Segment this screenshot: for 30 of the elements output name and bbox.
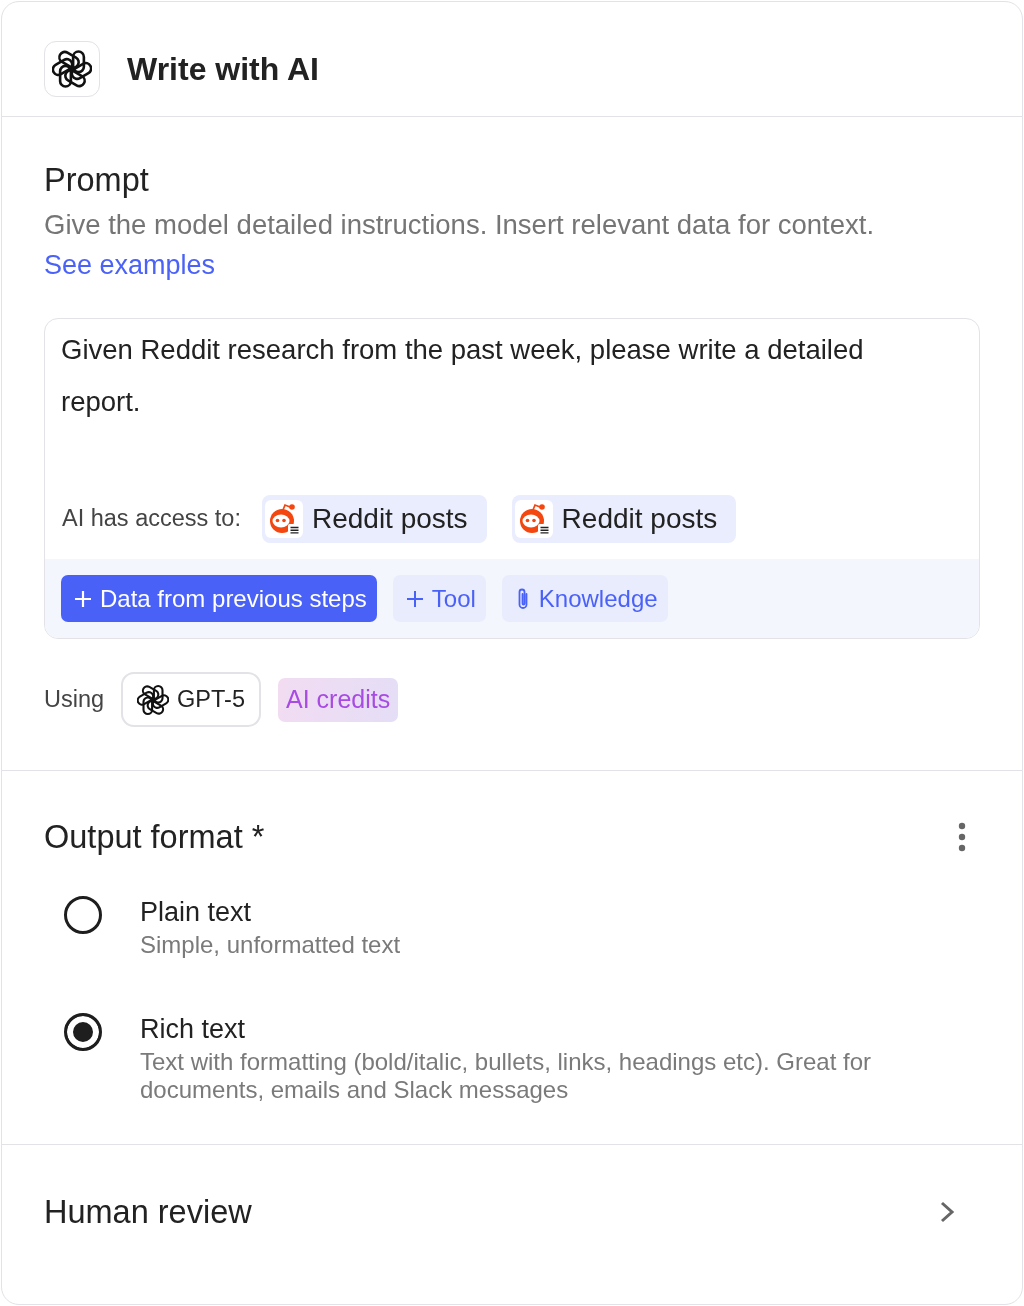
radio-button[interactable] [64,1013,102,1051]
plus-icon [406,590,423,607]
kebab-menu-icon[interactable] [957,822,967,852]
section-description: Give the model detailed instructions. Insert relevant data for context. [44,208,876,242]
section-title: Prompt [44,162,150,198]
knot-logo-icon [137,683,170,716]
insert-button[interactable]: Knowledge [501,575,668,622]
insert-button[interactable]: Data from previous steps [61,575,377,622]
section-title: Human review [44,1194,252,1230]
insert-button[interactable]: Tool [392,575,486,622]
examples-link[interactable]: See examples [44,245,216,285]
data-chip[interactable]: Reddit posts [261,495,487,543]
prompt-text-field[interactable]: Given Reddit research from the past week, please write a detailed report. [45,319,979,495]
model-label: Using [44,684,105,714]
alien-head-icon [514,500,553,538]
alien-head-icon [264,500,303,538]
radio-button[interactable] [64,896,102,934]
option-title: Plain text [140,896,253,929]
data-chip[interactable]: Reddit posts [511,495,737,543]
plus-icon [75,590,91,607]
panel-title: Write with AI [127,49,319,89]
chevron-right-icon[interactable] [939,1201,955,1223]
option-description: Text with formatting (bold/italic, bullets, links, headings etc). Great for documents, emails and Slack messages [140,1048,872,1104]
option-title: Rich text [140,1013,247,1046]
credits-badge: AI credits [278,677,399,722]
model-selector[interactable]: GPT-5 [121,672,261,727]
access-label: AI has access to: [62,504,241,534]
section-title: Output format * [44,819,265,855]
knot-logo-icon [44,40,100,97]
option-description: Simple, unformatted text [140,931,401,959]
